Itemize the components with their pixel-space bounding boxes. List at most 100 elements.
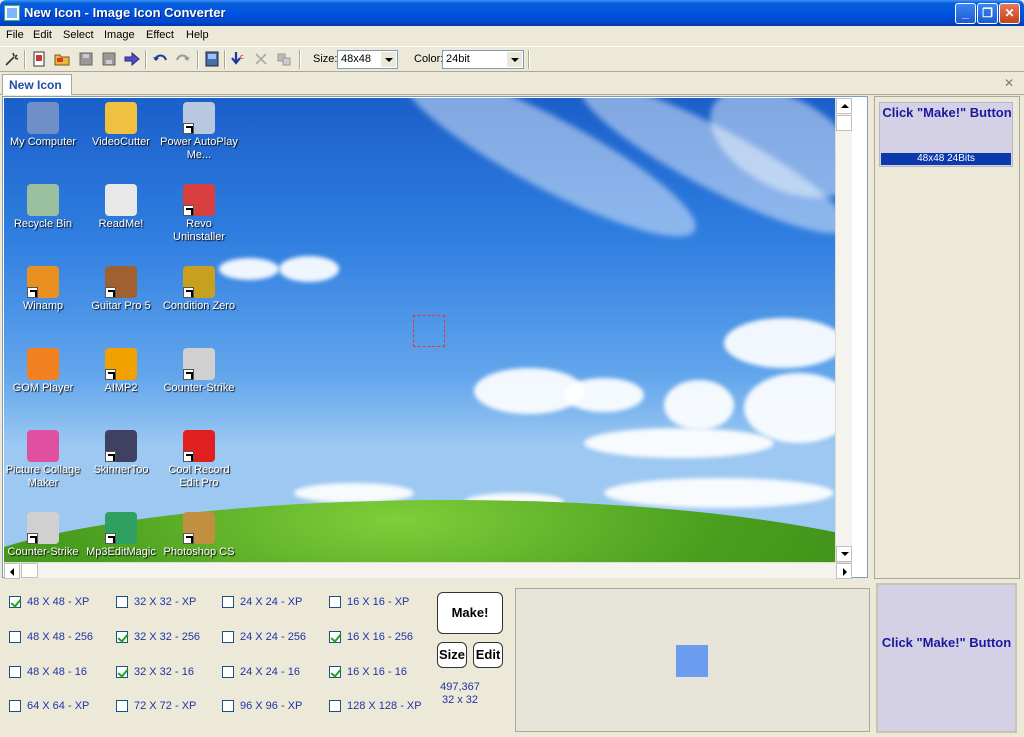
save-icon[interactable] — [78, 51, 94, 67]
format-checkbox[interactable] — [329, 631, 341, 643]
format-checkbox[interactable] — [116, 700, 128, 712]
menu-select[interactable]: Select — [63, 29, 94, 41]
magic-wand-icon[interactable] — [4, 51, 20, 67]
format-option[interactable]: 64 X 64 - XP — [9, 700, 109, 716]
desktop-icon[interactable]: ReadMe! — [82, 184, 160, 231]
edit-button[interactable]: Edit — [473, 642, 503, 668]
scroll-right-button[interactable] — [836, 563, 852, 579]
close-tab-icon[interactable]: ✕ — [1002, 76, 1016, 90]
scroll-up-button[interactable] — [836, 98, 852, 114]
desktop-icon[interactable]: Winamp — [4, 266, 82, 313]
desktop-icon[interactable]: Power AutoPlay Me... — [160, 102, 238, 162]
save-as-icon[interactable] — [101, 51, 117, 67]
vertical-scroll-thumb[interactable] — [836, 115, 852, 131]
tab-new-icon[interactable]: New Icon — [2, 74, 72, 95]
format-checkbox[interactable] — [116, 666, 128, 678]
desktop-icon[interactable]: Recycle Bin — [4, 184, 82, 231]
chevron-down-icon[interactable] — [381, 52, 396, 67]
format-option[interactable]: 96 X 96 - XP — [222, 700, 322, 716]
format-option[interactable]: 48 X 48 - 256 — [9, 631, 109, 647]
app-icon[interactable] — [4, 5, 20, 21]
desktop-icon[interactable]: Revo Uninstaller — [160, 184, 238, 244]
format-option[interactable]: 24 X 24 - 16 — [222, 666, 322, 682]
size-dropdown[interactable]: 48x48 — [337, 50, 398, 69]
format-option[interactable]: 32 X 32 - 16 — [116, 666, 216, 682]
desktop-icon[interactable]: Counter-Strike — [4, 512, 82, 559]
desktop-icon[interactable]: Guitar Pro 5 — [82, 266, 160, 313]
desktop-icon[interactable]: Counter-Strike — [160, 348, 238, 395]
desktop-icon[interactable]: Cool Record Edit Pro — [160, 430, 238, 490]
format-checkbox[interactable] — [9, 596, 21, 608]
scroll-left-button[interactable] — [4, 563, 20, 579]
size-button[interactable]: Size — [437, 642, 467, 668]
format-option[interactable]: 48 X 48 - XP — [9, 596, 109, 612]
scroll-down-button[interactable] — [836, 546, 852, 562]
cloud — [604, 478, 834, 508]
format-option[interactable]: 24 X 24 - 256 — [222, 631, 322, 647]
desktop-icon[interactable]: Mp3EditMagic — [82, 512, 160, 559]
desktop-screenshot[interactable]: My Computer VideoCutter Power AutoPlay Me.… — [4, 98, 852, 562]
format-checkbox[interactable] — [9, 700, 21, 712]
format-option[interactable]: 32 X 32 - 256 — [116, 631, 216, 647]
make-button[interactable]: Make! — [437, 592, 503, 634]
image-properties-icon[interactable] — [204, 51, 220, 67]
format-option[interactable]: 32 X 32 - XP — [116, 596, 216, 612]
cut-icon[interactable] — [253, 51, 269, 67]
menu-edit[interactable]: Edit — [33, 29, 52, 41]
new-file-icon[interactable] — [31, 51, 47, 67]
format-option[interactable]: 24 X 24 - XP — [222, 596, 322, 612]
vertical-scrollbar[interactable] — [835, 98, 852, 562]
title-bar[interactable]: New Icon - Image Icon Converter _ ❐ ✕ — [0, 0, 1024, 26]
format-option[interactable]: 72 X 72 - XP — [116, 700, 216, 716]
format-option[interactable]: 48 X 48 - 16 — [9, 666, 109, 682]
format-checkbox[interactable] — [222, 700, 234, 712]
copy-icon[interactable] — [276, 51, 292, 67]
format-option-label: 128 X 128 - XP — [347, 700, 422, 712]
menu-help[interactable]: Help — [186, 29, 209, 41]
minimize-button[interactable]: _ — [955, 3, 976, 24]
desktop-icon[interactable]: Photoshop CS — [160, 512, 238, 559]
redo-icon[interactable] — [175, 51, 191, 67]
chevron-down-icon[interactable] — [507, 52, 522, 67]
format-checkbox[interactable] — [116, 631, 128, 643]
format-checkbox[interactable] — [329, 700, 341, 712]
color-dropdown[interactable]: 24bit — [442, 50, 524, 69]
format-option[interactable]: 16 X 16 - 16 — [329, 666, 429, 682]
undo-icon[interactable] — [152, 51, 168, 67]
format-checkbox[interactable] — [116, 596, 128, 608]
close-button[interactable]: ✕ — [999, 3, 1020, 24]
selection-rectangle[interactable] — [413, 315, 445, 347]
format-checkbox[interactable] — [9, 631, 21, 643]
format-option[interactable]: 16 X 16 - XP — [329, 596, 429, 612]
format-option[interactable]: 16 X 16 - 256 — [329, 631, 429, 647]
menu-effect[interactable]: Effect — [146, 29, 174, 41]
desktop-icon[interactable]: VideoCutter — [82, 102, 160, 149]
menu-image[interactable]: Image — [104, 29, 135, 41]
desktop-icon[interactable]: Picture Collage Maker — [4, 430, 82, 490]
icon-preview-card[interactable]: Click "Make!" Button 48x48 24Bits — [879, 102, 1013, 167]
export-arrow-icon[interactable] — [124, 51, 140, 67]
format-checkbox[interactable] — [222, 631, 234, 643]
capture-icon[interactable]: c — [230, 51, 246, 67]
format-checkbox[interactable] — [9, 666, 21, 678]
format-checkbox[interactable] — [222, 596, 234, 608]
image-canvas[interactable]: My Computer VideoCutter Power AutoPlay Me.… — [2, 96, 868, 579]
menu-file[interactable]: File — [6, 29, 24, 41]
result-panel[interactable]: Click "Make!" Button — [876, 583, 1017, 733]
desktop-icon[interactable]: AIMP2 — [82, 348, 160, 395]
format-checkbox[interactable] — [329, 666, 341, 678]
desktop-icon[interactable]: GOM Player — [4, 348, 82, 395]
format-checkbox[interactable] — [329, 596, 341, 608]
open-folder-icon[interactable] — [54, 51, 70, 67]
maximize-button[interactable]: ❐ — [977, 3, 998, 24]
desktop-icon[interactable]: Condition Zero — [160, 266, 238, 313]
application-icon — [105, 102, 137, 134]
desktop-icon[interactable]: My Computer — [4, 102, 82, 149]
horizontal-scrollbar[interactable] — [4, 562, 852, 579]
horizontal-scroll-thumb[interactable] — [21, 563, 38, 578]
make-prompt-text: Click "Make!" Button — [882, 105, 1012, 120]
format-option[interactable]: 128 X 128 - XP — [329, 700, 429, 716]
desktop-icon-label: Picture Collage Maker — [5, 464, 81, 489]
format-checkbox[interactable] — [222, 666, 234, 678]
desktop-icon[interactable]: SkinnerToo — [82, 430, 160, 477]
